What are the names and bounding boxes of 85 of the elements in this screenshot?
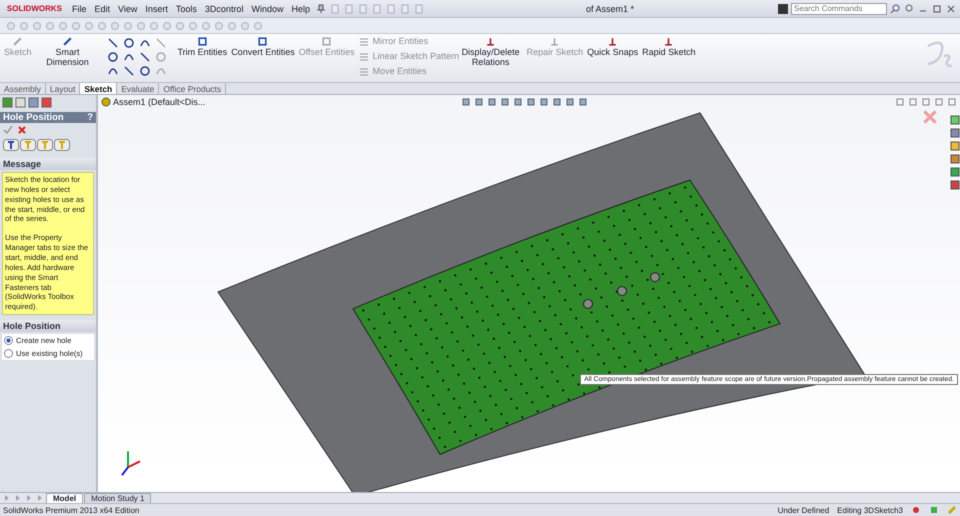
section-title: Message <box>3 159 42 169</box>
tree-item[interactable]: Assem1 (Default<Dis... <box>101 97 206 107</box>
view-toolbar-icon[interactable] <box>487 97 498 107</box>
ribbon-button[interactable]: Display/Delete Relations <box>458 36 523 68</box>
axis-triad-icon <box>121 451 140 476</box>
view-toolbar-icon[interactable] <box>500 97 510 107</box>
lines-icon <box>358 36 369 46</box>
manager-tab-icon[interactable] <box>15 97 26 108</box>
view-toolbar-icon[interactable] <box>526 97 536 107</box>
menu-item[interactable]: Insert <box>143 4 170 14</box>
manager-tab-icon[interactable] <box>41 97 52 108</box>
panel-title: Hole Position <box>3 112 64 123</box>
view-toolbar-icon[interactable] <box>539 97 550 107</box>
hole-tab-icon[interactable] <box>37 139 53 151</box>
status-text: Editing 3DSketch3 <box>837 506 903 514</box>
maximize-icon[interactable] <box>932 4 942 14</box>
check-icon[interactable] <box>3 125 13 135</box>
view-toolbar-icon[interactable] <box>552 97 562 107</box>
hole-tab-icon[interactable] <box>54 139 70 151</box>
toolbar-icon[interactable] <box>330 4 340 14</box>
ribbon-tab[interactable]: Assembly <box>0 83 46 94</box>
menu-item[interactable]: 3Dcontrol <box>202 4 246 14</box>
view-toolbar-icon[interactable] <box>513 97 524 107</box>
status-text: SolidWorks Premium 2013 x64 Edition <box>3 506 140 514</box>
radio-button[interactable] <box>4 349 13 358</box>
sketch-tool-icon[interactable] <box>124 52 134 62</box>
menu-item[interactable]: Window <box>249 4 286 14</box>
sketch-tool-icon[interactable] <box>108 66 118 76</box>
menu-item[interactable]: Tools <box>174 4 199 14</box>
ribbon-button[interactable]: Convert Entities <box>231 36 295 58</box>
toolbar-icon[interactable] <box>386 4 396 14</box>
view-toolbar-icon[interactable] <box>578 97 588 107</box>
assembly-icon <box>101 97 111 107</box>
view-toolbar-icon[interactable] <box>461 97 472 107</box>
sketch-tool-icon[interactable] <box>124 38 134 48</box>
lines-icon <box>358 66 369 76</box>
sketch-tool-icon[interactable] <box>124 66 134 76</box>
ribbon-button[interactable]: Rapid Sketch <box>642 36 696 58</box>
terminal-icon <box>778 4 788 14</box>
ribbon-tab[interactable]: Office Products <box>159 83 226 94</box>
toolbar-icon[interactable] <box>400 4 410 14</box>
manager-tab-icon[interactable] <box>28 97 39 108</box>
hole-tab-icon[interactable] <box>20 139 36 151</box>
ribbon-button[interactable]: Smart Dimension <box>36 36 100 68</box>
status-text: Under Defined <box>778 506 830 514</box>
sketch-tool-icon[interactable] <box>140 66 150 76</box>
menu-item[interactable]: Help <box>289 4 312 14</box>
ribbon-tab[interactable]: Evaluate <box>117 83 160 94</box>
menu-item[interactable]: Edit <box>92 4 112 14</box>
radio-button[interactable] <box>4 336 13 346</box>
menu-item[interactable]: View <box>116 4 140 14</box>
square-icon <box>196 36 208 47</box>
close-icon[interactable] <box>17 125 27 135</box>
section-header[interactable]: Hole Position <box>0 320 96 332</box>
sketch-tool-icon[interactable] <box>108 38 118 48</box>
search-field[interactable]: Search Commands <box>791 2 887 14</box>
sketch-tool-icon[interactable] <box>140 52 150 62</box>
ribbon-button[interactable]: Trim Entities <box>178 36 228 58</box>
pushpin-icon[interactable] <box>316 4 326 14</box>
search-icon[interactable] <box>890 4 900 14</box>
sketch-tool-icon[interactable] <box>140 38 150 48</box>
square-icon <box>321 36 332 47</box>
cancel-icon[interactable] <box>922 109 938 125</box>
lines-icon <box>358 51 369 61</box>
menu-item[interactable]: File <box>70 4 89 14</box>
model-tab[interactable]: Motion Study 1 <box>84 492 152 504</box>
section-title: Hole Position <box>3 321 61 332</box>
toolbar-icon[interactable] <box>358 4 368 14</box>
app-logo: SOLIDWORKS <box>4 4 66 13</box>
help-button[interactable]: ? <box>87 112 93 123</box>
ribbon-tab[interactable]: Sketch <box>80 83 118 94</box>
section-header[interactable]: Message <box>0 158 96 170</box>
window-title: of Assem1 * <box>586 4 634 14</box>
toolbar-icon[interactable] <box>372 4 382 14</box>
model-tab[interactable]: Model <box>46 492 84 504</box>
toolbar-icon[interactable] <box>344 4 354 14</box>
hole-tab-icon[interactable] <box>3 139 19 151</box>
view-toolbar-icon[interactable] <box>565 97 576 107</box>
ribbon-button[interactable]: Quick Snaps <box>587 36 638 58</box>
toolbar-icon[interactable] <box>414 4 424 14</box>
sketch-tool-icon[interactable] <box>108 52 118 62</box>
close-icon[interactable] <box>946 4 956 14</box>
view-toolbar-icon[interactable] <box>474 97 484 107</box>
manager-tab-icon[interactable] <box>2 97 13 108</box>
square-icon <box>257 36 268 47</box>
